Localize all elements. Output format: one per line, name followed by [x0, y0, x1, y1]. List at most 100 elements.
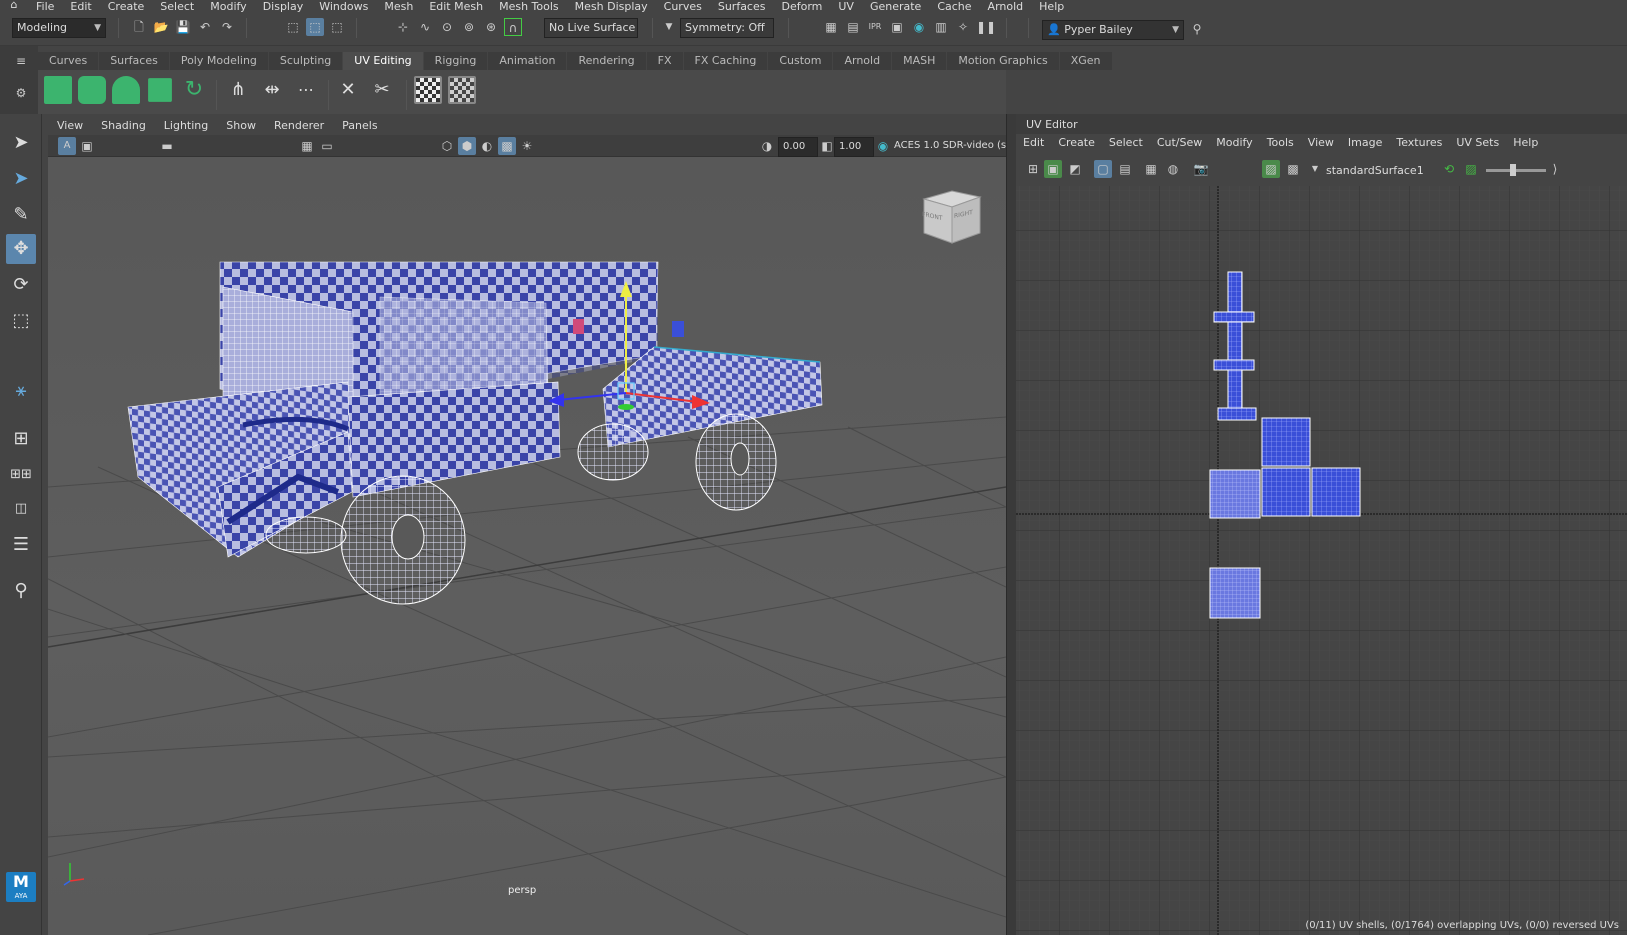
snap-view-icon[interactable]: ⊚ — [460, 18, 478, 36]
contour-stretch-icon[interactable]: ↻ — [180, 76, 208, 104]
uv-menu-help[interactable]: Help — [1506, 134, 1545, 152]
viewport-menu-renderer[interactable]: Renderer — [265, 117, 333, 135]
render-setup-icon[interactable]: ▥ — [932, 18, 950, 36]
paint-select-icon[interactable]: ✎ — [6, 200, 36, 230]
render-current-icon[interactable]: ▤ — [844, 18, 862, 36]
two-view-layout-icon[interactable]: ◫ — [6, 494, 36, 524]
uv-menu-edit[interactable]: Edit — [1016, 134, 1051, 152]
shelf-tab-sculpting[interactable]: Sculpting — [268, 52, 343, 70]
render-settings-icon[interactable]: ▣ — [888, 18, 906, 36]
uv-distortion-toggle-icon[interactable]: ▤ — [1116, 160, 1134, 178]
snap-surface-icon[interactable]: ⊛ — [482, 18, 500, 36]
live-surface-field[interactable]: No Live Surface — [544, 18, 638, 38]
menu-modify[interactable]: Modify — [202, 1, 254, 12]
shelf-tab-curves[interactable]: Curves — [38, 52, 99, 70]
layout-icon[interactable]: ✕ — [334, 76, 362, 104]
uv-grid-icon[interactable]: ▦ — [1142, 160, 1160, 178]
viewport-menu-panels[interactable]: Panels — [333, 117, 386, 135]
uv-display-icon[interactable]: ◩ — [1066, 160, 1084, 178]
shelf-tab-arnold[interactable]: Arnold — [833, 52, 892, 70]
four-view-layout-icon[interactable]: ⊞⊞ — [6, 460, 36, 490]
shelf-tab-motion-graphics[interactable]: Motion Graphics — [947, 52, 1059, 70]
menu-display[interactable]: Display — [255, 1, 312, 12]
camera-icon[interactable]: 📷 — [1192, 160, 1210, 178]
checker-map-icon[interactable] — [414, 76, 442, 104]
view-cube[interactable]: FRONT RIGHT — [918, 187, 982, 245]
open-scene-icon[interactable]: 📂 — [152, 18, 170, 36]
search-icon[interactable]: ⚲ — [6, 576, 36, 606]
menuset-dropdown[interactable]: Modeling ▼ — [12, 18, 106, 38]
snap-curve-icon[interactable]: ∿ — [416, 18, 434, 36]
menu-cache[interactable]: Cache — [929, 1, 979, 12]
scale-tool-icon[interactable]: ⬚ — [6, 306, 36, 336]
last-tool-icon[interactable]: ⚹ — [6, 376, 36, 406]
viewport-menu-shading[interactable]: Shading — [92, 117, 155, 135]
wireframe-on-shaded-icon[interactable]: ◐ — [478, 137, 496, 155]
viewport-menu-show[interactable]: Show — [217, 117, 265, 135]
more-options-icon[interactable]: ⟩ — [1546, 160, 1564, 178]
menu-uv[interactable]: UV — [830, 1, 862, 12]
menu-surfaces[interactable]: Surfaces — [710, 1, 774, 12]
menu-select[interactable]: Select — [152, 1, 202, 12]
snap-magnet-icon[interactable]: ∩ — [504, 18, 522, 36]
texture-image-icon[interactable]: ▨ — [1462, 160, 1480, 178]
textured-icon[interactable]: ▩ — [498, 137, 516, 155]
shelf-tab-fx-caching[interactable]: FX Caching — [683, 52, 768, 70]
select-component-icon[interactable]: ⬚ — [328, 18, 346, 36]
shelf-tab-xgen[interactable]: XGen — [1059, 52, 1112, 70]
shelf-tab-rigging[interactable]: Rigging — [423, 52, 488, 70]
unfold-icon[interactable]: ⋯ — [292, 76, 320, 104]
gamma-field[interactable]: 1.00 — [834, 137, 874, 157]
uv-menu-cut-sew[interactable]: Cut/Sew — [1150, 134, 1209, 152]
menu-help[interactable]: Help — [1031, 1, 1072, 12]
shelf-tab-rendering[interactable]: Rendering — [567, 52, 646, 70]
menu-mesh[interactable]: Mesh — [376, 1, 421, 12]
light-editor-icon[interactable]: ✧ — [954, 18, 972, 36]
grid-toggle-icon[interactable]: ▦ — [298, 137, 316, 155]
orient-shells-icon[interactable]: ✂ — [368, 76, 396, 104]
menu-generate[interactable]: Generate — [862, 1, 929, 12]
viewport-menu-view[interactable]: View — [48, 117, 92, 135]
rotate-tool-icon[interactable]: ⟳ — [6, 270, 36, 300]
film-gate-icon[interactable]: ▭ — [318, 137, 336, 155]
viewport-menu-lighting[interactable]: Lighting — [155, 117, 217, 135]
shelf-tab-fx[interactable]: FX — [646, 52, 683, 70]
select-camera-icon[interactable]: A — [58, 137, 76, 155]
uv-frame-icon[interactable]: ⊞ — [1024, 160, 1042, 178]
shelf-tab-uv-editing[interactable]: UV Editing — [343, 52, 423, 70]
lasso-tool-icon[interactable]: ➤ — [6, 164, 36, 194]
uv-distortion-icon[interactable] — [448, 76, 476, 104]
uv-menu-image[interactable]: Image — [1341, 134, 1389, 152]
shelf-tab-poly-modeling[interactable]: Poly Modeling — [169, 52, 268, 70]
texture-refresh-icon[interactable]: ⟲ — [1440, 160, 1458, 178]
smooth-shade-icon[interactable]: ⬢ — [458, 137, 476, 155]
checker-toggle-icon[interactable]: ▩ — [1284, 160, 1302, 178]
perspective-viewport[interactable]: FRONT RIGHT persp — [48, 157, 1006, 935]
select-tool-icon[interactable]: ➤ — [6, 128, 36, 158]
uv-menu-create[interactable]: Create — [1051, 134, 1102, 152]
save-scene-icon[interactable]: 💾 — [174, 18, 192, 36]
uv-border-icon[interactable]: ▢ — [1094, 160, 1112, 178]
automatic-map-icon[interactable] — [148, 78, 172, 102]
pause-icon[interactable]: ❚❚ — [976, 18, 996, 36]
menu-curves[interactable]: Curves — [656, 1, 710, 12]
menu-deform[interactable]: Deform — [773, 1, 830, 12]
exposure-icon[interactable]: ◑ — [758, 137, 776, 155]
search-help-icon[interactable]: ⚲ — [1188, 20, 1206, 38]
material-selector[interactable]: standardSurface1 — [1326, 162, 1436, 180]
exposure-field[interactable]: 0.00 — [778, 137, 818, 157]
slider-handle[interactable] — [1510, 164, 1516, 176]
sew-uv-icon[interactable]: ⇹ — [258, 76, 286, 104]
spherical-map-icon[interactable] — [112, 76, 140, 104]
panel-splitter[interactable] — [1006, 114, 1016, 935]
undo-icon[interactable]: ↶ — [196, 18, 214, 36]
home-icon[interactable]: ⌂ — [0, 0, 28, 12]
move-tool-icon[interactable]: ✥ — [6, 234, 36, 264]
shelf-tab-custom[interactable]: Custom — [768, 52, 833, 70]
new-scene-icon[interactable]: 🗋 — [130, 18, 148, 36]
uv-menu-textures[interactable]: Textures — [1389, 134, 1449, 152]
color-management-icon[interactable]: ◉ — [874, 137, 892, 155]
uv-menu-uv-sets[interactable]: UV Sets — [1449, 134, 1506, 152]
uv-shaded-icon[interactable]: ▣ — [1044, 160, 1062, 178]
select-object-icon[interactable]: ⬚ — [306, 18, 324, 36]
